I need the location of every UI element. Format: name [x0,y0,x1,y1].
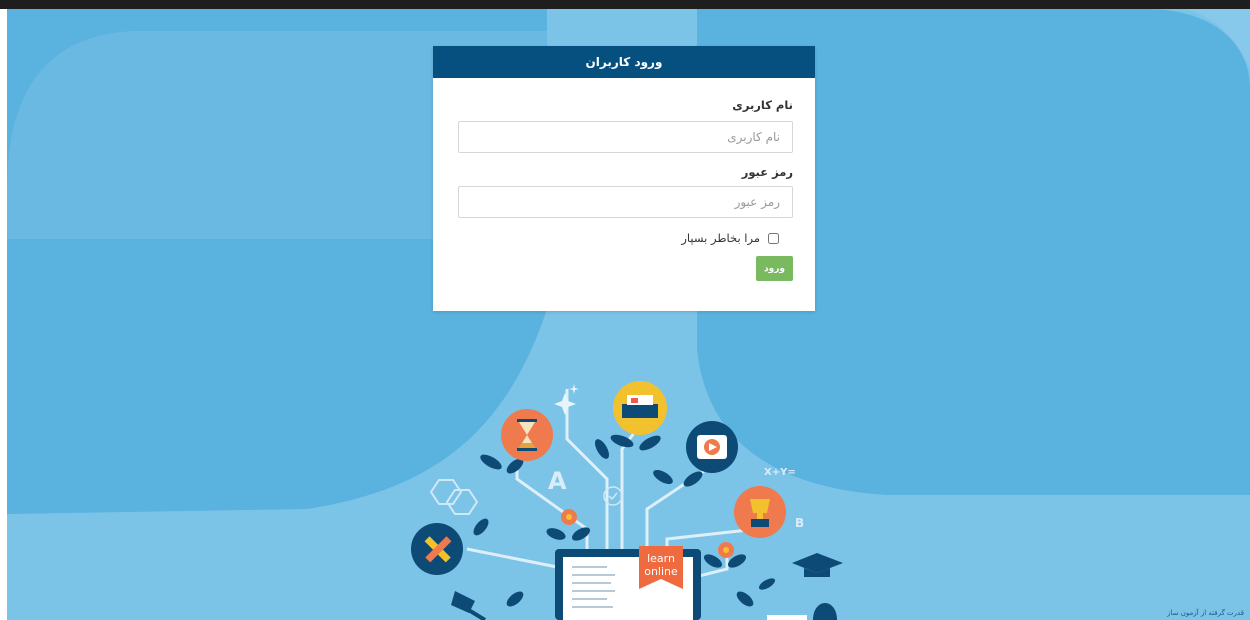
remember-me[interactable]: مرا بخاطر بسپار [681,231,779,245]
laptop-book-illustration: learn online [555,546,701,620]
play-video-icon [686,421,738,473]
login-card: ورود کاربران نام کاربری رمز عبور مرا بخا… [433,46,815,311]
login-form: نام کاربری رمز عبور مرا بخاطر بسپار ورود [433,78,815,311]
badge-learn-text: learn [647,552,675,565]
typewriter-icon [613,381,667,435]
hourglass-icon [501,409,553,461]
paper-shape [767,615,807,620]
password-label: رمز عبور [741,165,793,179]
username-label: نام کاربری [732,98,793,112]
password-input[interactable] [458,186,793,218]
footer-credit[interactable]: قدرت گرفته از آزمون ساز [1167,609,1244,617]
letter-b: B [795,516,804,530]
login-submit-button[interactable]: ورود [756,256,793,281]
login-title: ورود کاربران [433,46,815,78]
username-input[interactable] [458,121,793,153]
bg-shape-arch-left [7,309,567,620]
letter-a: A [548,467,567,495]
remember-me-label: مرا بخاطر بسپار [681,231,760,245]
badge-online-text: online [644,565,678,578]
pencil-ruler-icon [411,523,463,575]
formula-text: X+Y= [764,467,796,478]
trophy-icon [734,486,786,538]
bg-shape-corner-2 [1187,9,1250,69]
top-bar [0,0,1250,9]
remember-me-checkbox[interactable] [768,232,779,244]
